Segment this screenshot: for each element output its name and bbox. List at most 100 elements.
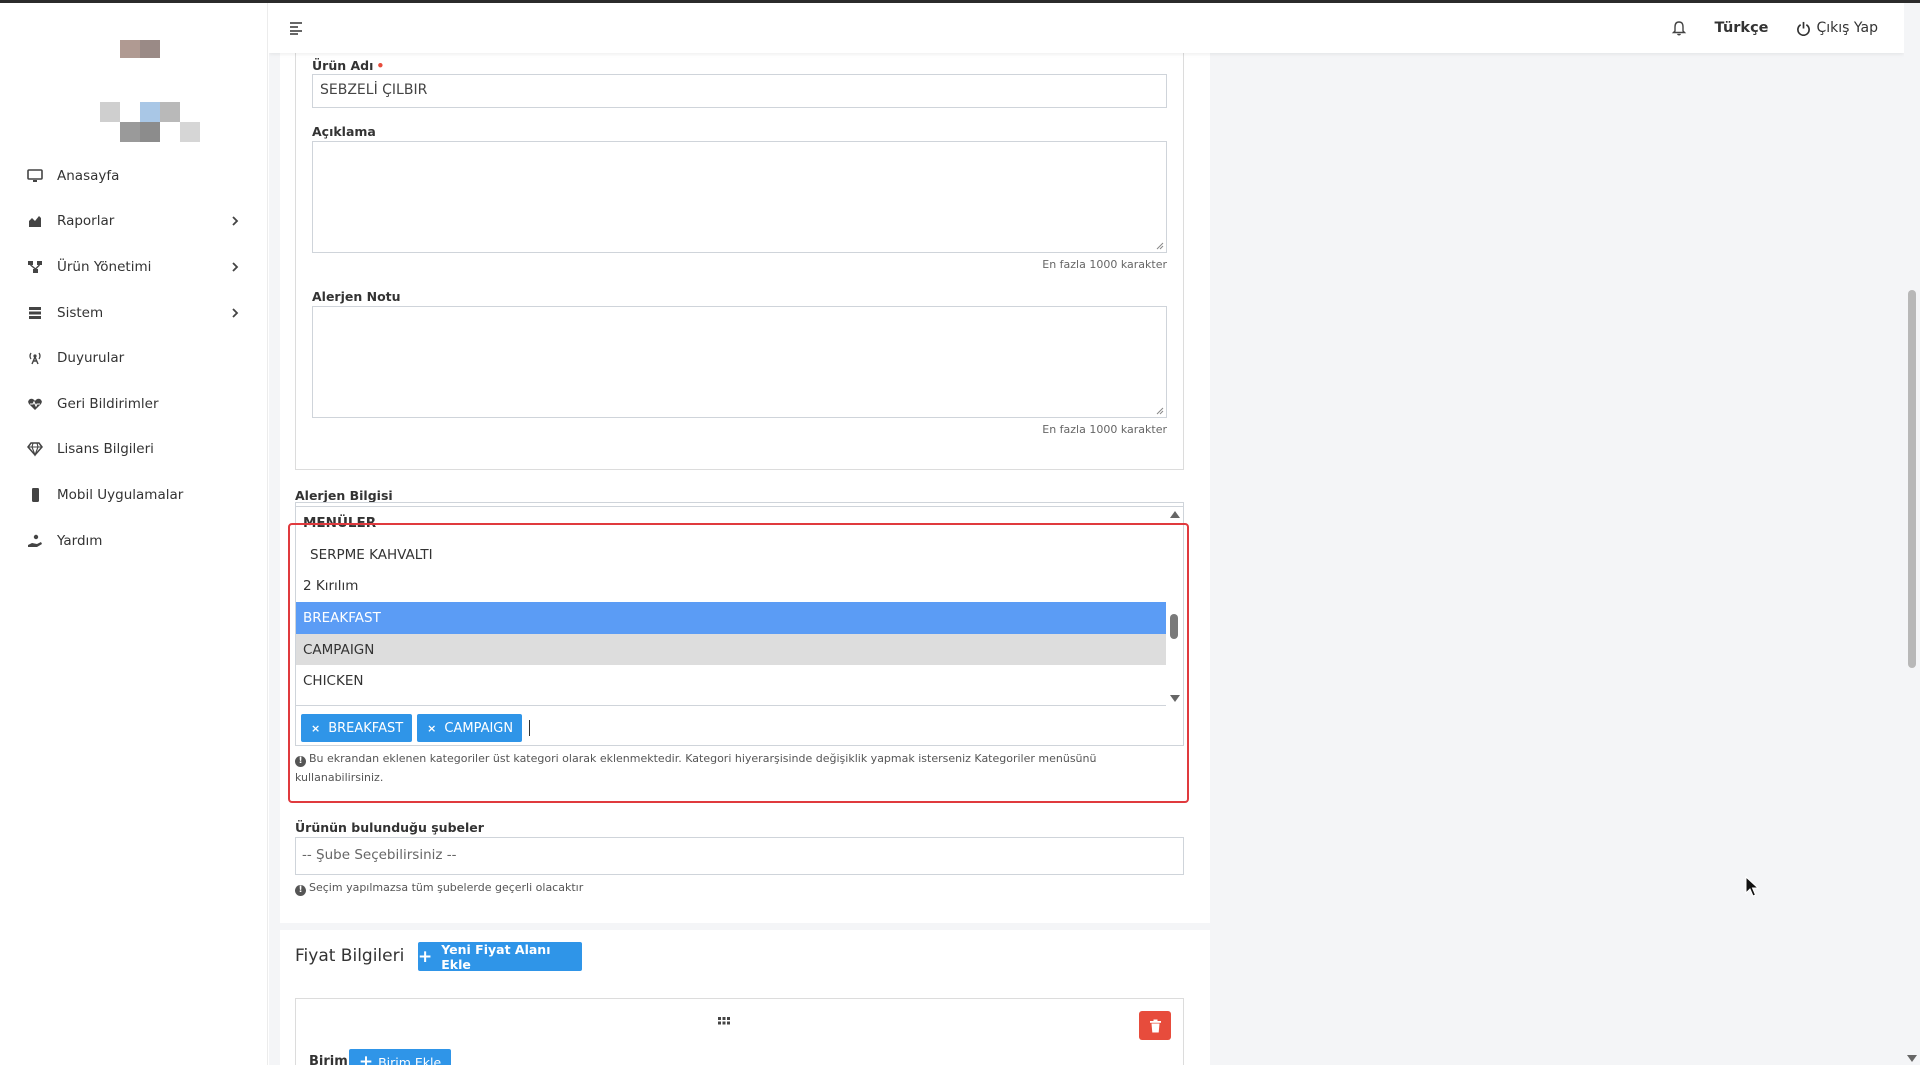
delete-price-button[interactable] — [1139, 1011, 1171, 1040]
monitor-icon — [26, 167, 44, 185]
allergen-note-char-limit: En fazla 1000 karakter — [1042, 423, 1167, 436]
page-scrollbar[interactable] — [1904, 3, 1920, 1065]
price-section-title: Fiyat Bilgileri — [295, 946, 405, 966]
button-label: Yeni Fiyat Alanı Ekle — [441, 941, 551, 972]
description-label: Açıklama — [312, 124, 376, 139]
heartbeat-icon — [26, 395, 44, 413]
description-textarea[interactable] — [312, 141, 1167, 253]
logout-label: Çıkış Yap — [1816, 20, 1879, 36]
server-icon — [26, 304, 44, 322]
price-info-card: Fiyat Bilgileri + Yeni Fiyat Alanı Ekle B… — [280, 930, 1210, 1065]
tag-label: CAMPAIGN — [444, 720, 514, 736]
mouse-cursor-icon — [1745, 876, 1759, 897]
remove-tag-icon[interactable]: × — [427, 722, 436, 735]
logout-button[interactable]: Çıkış Yap — [1796, 20, 1879, 36]
branches-label: Ürünün bulunduğu şubeler — [295, 820, 484, 835]
plus-icon: + — [418, 946, 433, 967]
resize-handle-icon[interactable] — [1156, 242, 1164, 250]
sidebar-item-duyurular[interactable]: Duyurular — [0, 335, 268, 381]
button-label: Birim Ekle — [378, 1054, 442, 1065]
allergen-note-textarea[interactable] — [312, 306, 1167, 418]
add-price-field-button[interactable]: + Yeni Fiyat Alanı Ekle — [418, 941, 582, 972]
scroll-up-icon[interactable] — [1170, 511, 1180, 518]
sitemap-icon — [26, 258, 44, 276]
hamburger-menu-icon[interactable] — [288, 19, 306, 37]
trash-icon — [1149, 1019, 1161, 1032]
price-entry-box: Birim + Birim Ekle — [295, 998, 1184, 1065]
sidebar-item-label: Ürün Yönetimi — [57, 258, 152, 275]
scroll-down-icon[interactable] — [1170, 695, 1180, 702]
chart-icon — [26, 212, 44, 230]
category-option-hover[interactable]: CAMPAIGN — [296, 633, 1167, 666]
sidebar-item-label: Geri Bildirimler — [57, 395, 159, 412]
branches-select[interactable]: -- Şube Seçebilirsiniz -- — [295, 837, 1184, 875]
selected-tag: × CAMPAIGN — [417, 714, 523, 742]
sidebar-item-label: Anasayfa — [57, 167, 120, 184]
chevron-right-icon — [232, 307, 239, 318]
unit-label: Birim — [309, 1054, 348, 1065]
product-name-input[interactable]: SEBZELİ ÇILBIR — [312, 74, 1167, 108]
sidebar: Anasayfa Raporlar Ürün Yönetimi Sistem D… — [0, 3, 268, 1065]
branches-info-text: ! Seçim yapılmazsa tüm şubelerde geçerli … — [295, 878, 583, 897]
product-name-label: Ürün Adı • — [312, 58, 385, 73]
sidebar-item-label: Sistem — [57, 304, 104, 321]
hand-icon — [26, 532, 44, 550]
selected-tag: × BREAKFAST — [301, 714, 413, 742]
mobile-icon — [26, 486, 44, 504]
top-header: Türkçe Çıkış Yap — [269, 3, 1904, 53]
info-text: Seçim yapılmazsa tüm şubelerde geçerli o… — [309, 881, 584, 894]
drag-handle-icon[interactable] — [717, 1016, 731, 1026]
sidebar-item-sistem[interactable]: Sistem — [0, 290, 268, 336]
sidebar-item-anasayfa[interactable]: Anasayfa — [0, 153, 268, 199]
category-option[interactable]: CHICKEN — [296, 665, 1167, 697]
sidebar-item-label: Duyurular — [57, 350, 125, 367]
remove-tag-icon[interactable]: × — [311, 722, 320, 735]
language-selector[interactable]: Türkçe — [1714, 20, 1768, 36]
scrollbar-thumb[interactable] — [1170, 614, 1178, 639]
diamond-icon — [26, 440, 44, 458]
resize-handle-icon[interactable] — [1156, 407, 1164, 415]
bell-icon[interactable] — [1671, 20, 1687, 36]
chevron-right-icon — [232, 262, 239, 272]
info-icon: ! — [295, 756, 306, 767]
sidebar-item-label: Raporlar — [57, 213, 115, 230]
header-actions: Türkçe Çıkış Yap — [1671, 3, 1878, 53]
option-group-header: MENÜLER — [303, 514, 377, 531]
sidebar-item-yardim[interactable]: Yardım — [0, 518, 268, 564]
sidebar-item-label: Yardım — [57, 532, 103, 549]
sidebar-item-mobil-uygulamalar[interactable]: Mobil Uygulamalar — [0, 472, 268, 518]
category-option[interactable]: 2 Kırılım — [296, 570, 1167, 602]
tag-label: BREAKFAST — [328, 720, 404, 736]
allergen-info-label: Alerjen Bilgisi — [295, 488, 393, 503]
sidebar-item-label: Lisans Bilgileri — [57, 441, 154, 458]
company-logo — [0, 3, 268, 153]
product-details-box: Ürün Adı • SEBZELİ ÇILBIR Açıklama En faz… — [295, 45, 1184, 470]
category-multiselect: MENÜLER SERPME KAHVALTI 2 Kırılım BREAKF… — [295, 506, 1184, 746]
broadcast-icon — [26, 349, 44, 367]
sidebar-nav: Anasayfa Raporlar Ürün Yönetimi Sistem D… — [0, 153, 268, 563]
category-option-selected[interactable]: BREAKFAST — [296, 602, 1167, 634]
power-icon — [1796, 21, 1810, 36]
sidebar-item-lisans-bilgileri[interactable]: Lisans Bilgileri — [0, 427, 268, 473]
selected-tags: × BREAKFAST × CAMPAIGN — [301, 714, 531, 742]
main-content: Türkçe Çıkış Yap Ürün Adı • SEBZELİ ÇILBI… — [269, 3, 1904, 1065]
category-options-list: MENÜLER SERPME KAHVALTI 2 Kırılım BREAKF… — [296, 507, 1167, 706]
chevron-right-icon — [232, 216, 239, 227]
category-info-text: ! Bu ekrandan eklenen kategoriler üst kat… — [295, 749, 1184, 787]
sidebar-item-geri-bildirimler[interactable]: Geri Bildirimler — [0, 381, 268, 427]
plus-icon: + — [358, 1052, 374, 1065]
sidebar-item-label: Mobil Uygulamalar — [57, 486, 184, 503]
product-form-card: Ürün Adı • SEBZELİ ÇILBIR Açıklama En faz… — [280, 45, 1210, 923]
info-icon: ! — [295, 885, 306, 896]
sidebar-item-urun-yonetimi[interactable]: Ürün Yönetimi — [0, 244, 268, 290]
allergen-note-label: Alerjen Notu — [312, 289, 401, 304]
text-caret[interactable] — [529, 720, 531, 736]
scroll-down-icon[interactable] — [1907, 1055, 1917, 1062]
add-unit-button[interactable]: + Birim Ekle — [349, 1049, 451, 1065]
options-scrollbar[interactable] — [1166, 507, 1183, 706]
category-option[interactable]: SERPME KAHVALTI — [296, 539, 1167, 571]
info-text: Bu ekrandan eklenen kategoriler üst kate… — [295, 752, 1097, 784]
sidebar-item-raporlar[interactable]: Raporlar — [0, 199, 268, 245]
page-scrollbar-thumb[interactable] — [1908, 290, 1916, 668]
description-char-limit: En fazla 1000 karakter — [1042, 258, 1167, 271]
